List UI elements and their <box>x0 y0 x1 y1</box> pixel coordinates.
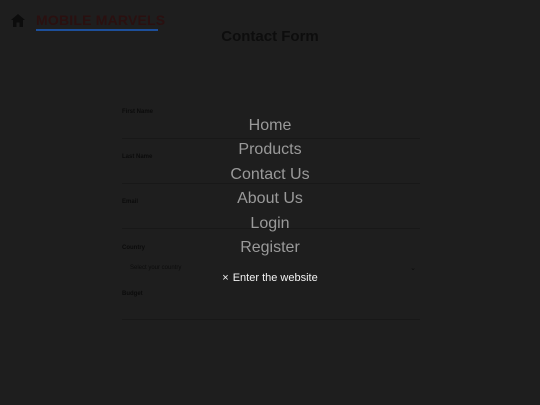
nav-item-about-us[interactable]: About Us <box>0 190 540 208</box>
enter-website-button[interactable]: × Enter the website <box>0 272 540 284</box>
nav-overlay: Home Products Contact Us About Us Login … <box>0 0 540 405</box>
nav-item-register[interactable]: Register <box>0 239 540 257</box>
nav-item-home[interactable]: Home <box>0 117 540 135</box>
nav-item-contact-us[interactable]: Contact Us <box>0 166 540 184</box>
close-icon: × <box>222 272 229 284</box>
enter-website-label: Enter the website <box>232 272 318 284</box>
nav-item-products[interactable]: Products <box>0 141 540 159</box>
nav-item-login[interactable]: Login <box>0 215 540 233</box>
